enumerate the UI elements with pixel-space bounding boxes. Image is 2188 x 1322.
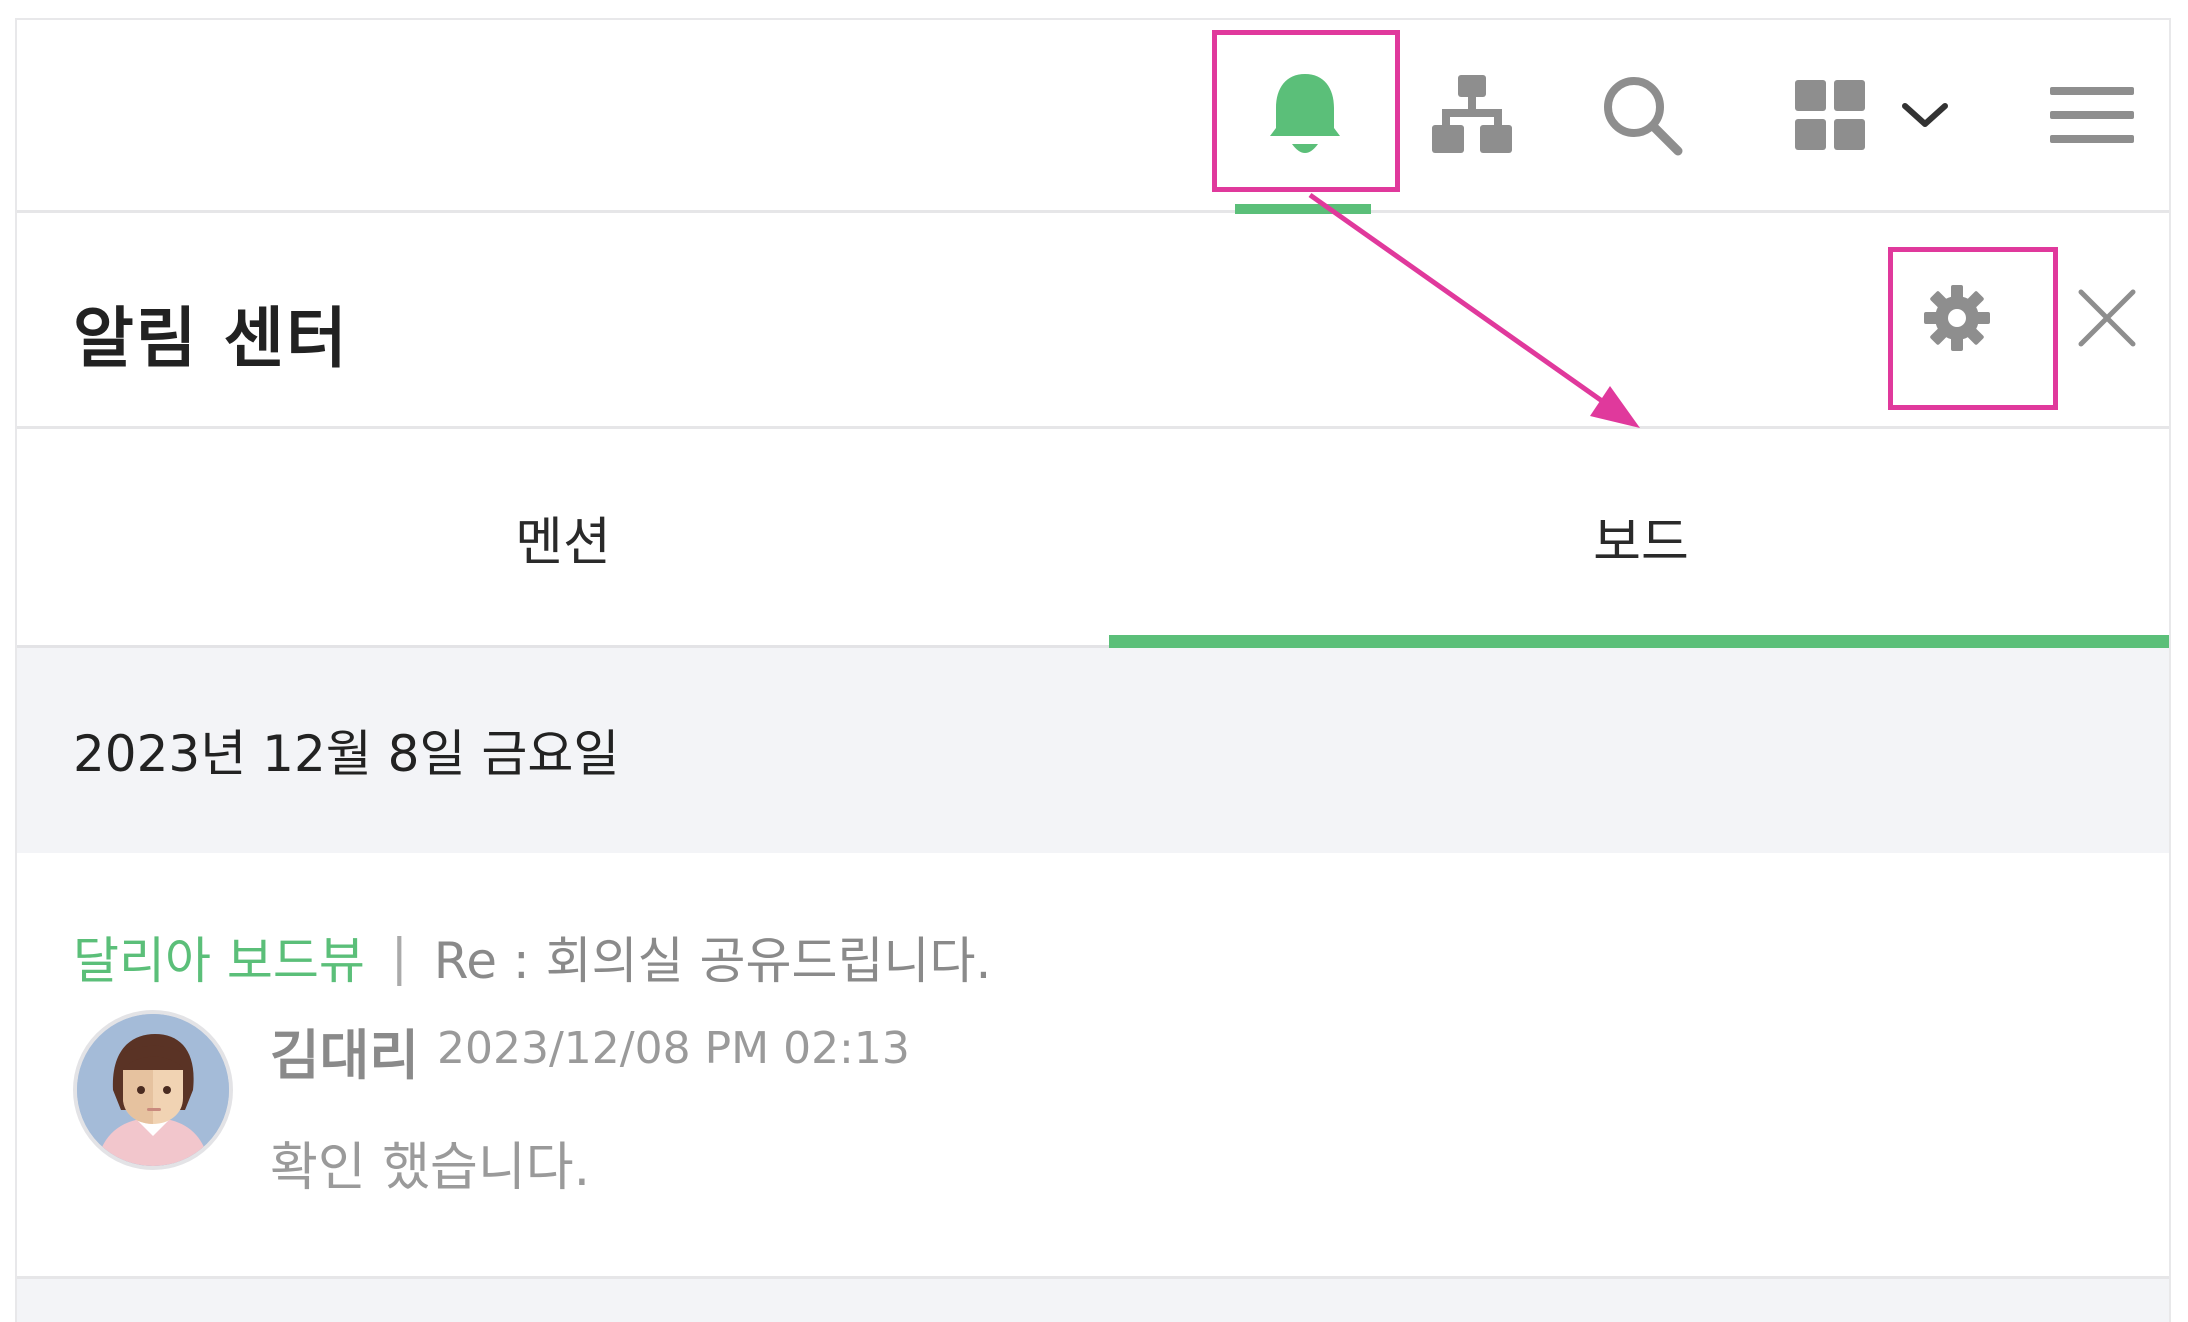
- annotation-arrow: [1308, 192, 1640, 428]
